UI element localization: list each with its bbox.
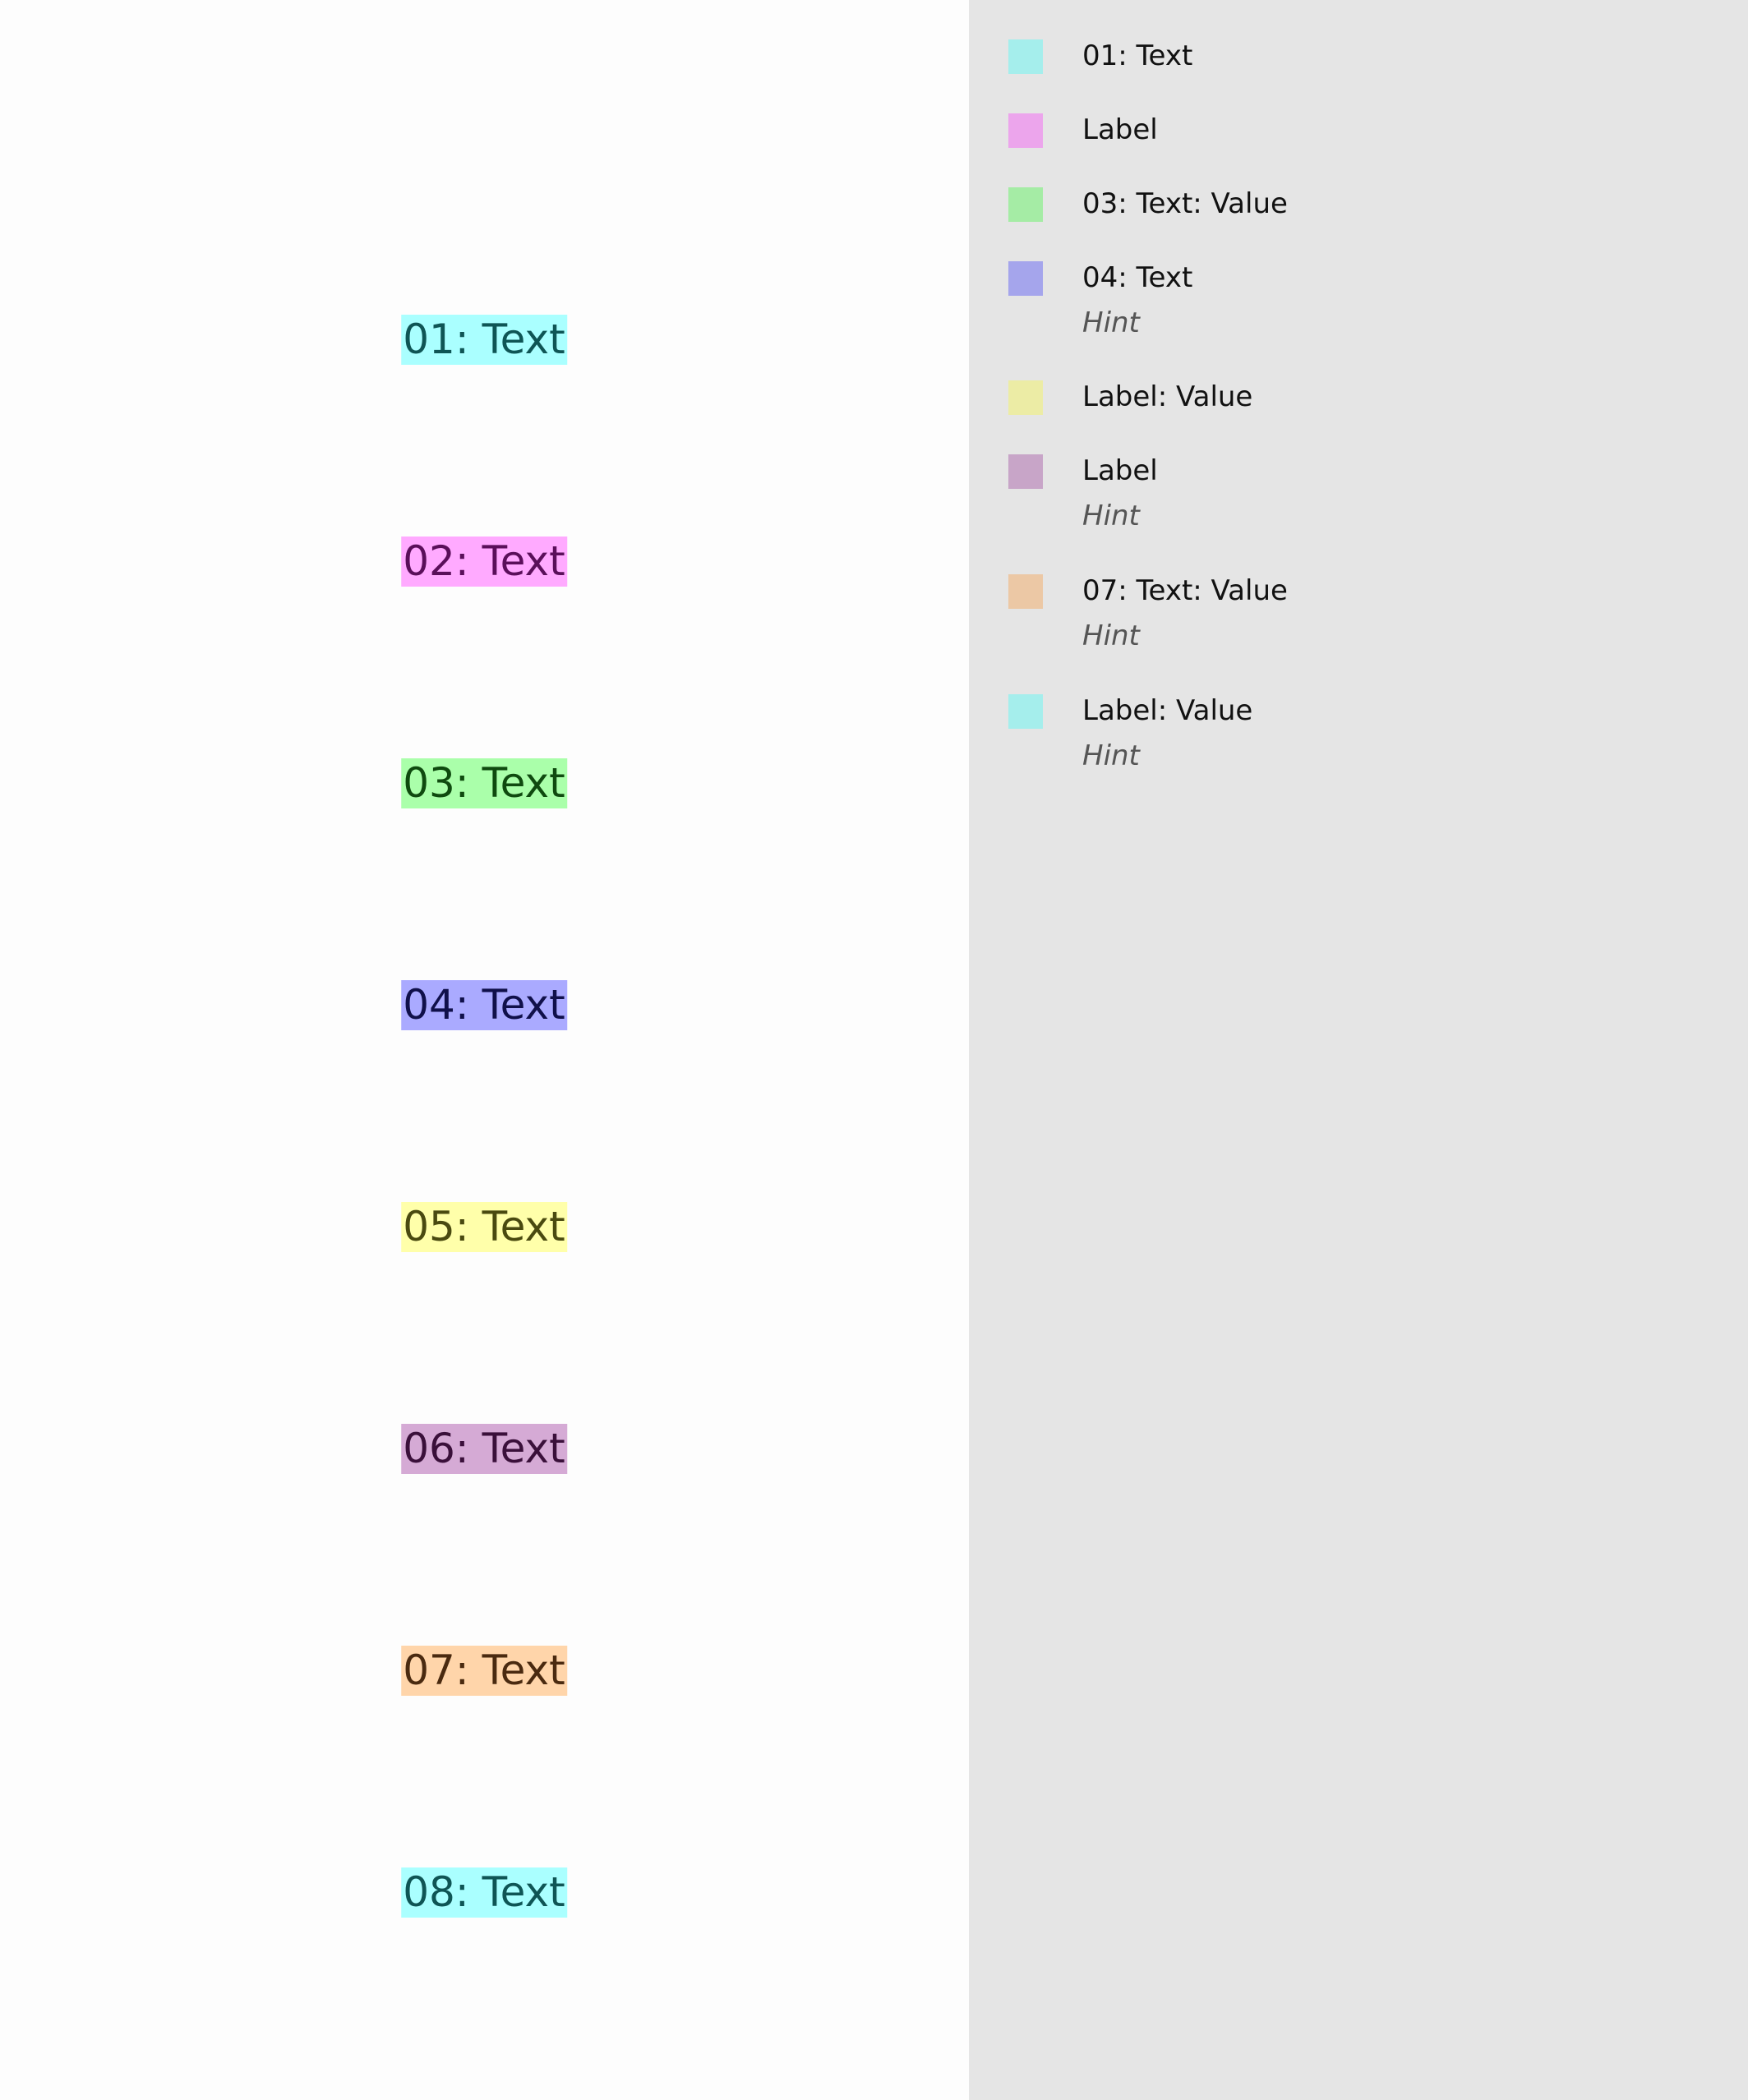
legend-panel: 01: Text Label 03: Text: Value 04: Text … (969, 0, 1748, 2100)
text-chip-02[interactable]: 02: Text (401, 537, 567, 587)
text-chip-03[interactable]: 03: Text (401, 758, 567, 808)
legend-hint: Hint (1082, 739, 1140, 772)
text-chip-01[interactable]: 01: Text (401, 315, 567, 365)
text-chip-06[interactable]: 06: Text (401, 1424, 567, 1474)
legend-text: Label (1082, 112, 1158, 148)
text-chip-07[interactable]: 07: Text (401, 1646, 567, 1696)
legend-text: 01: Text (1082, 38, 1192, 74)
legend-label: Label: Value (1082, 694, 1253, 727)
legend-label: Label: Value (1082, 380, 1253, 413)
legend-label: 04: Text (1082, 261, 1193, 294)
color-swatch (1008, 187, 1043, 222)
legend-label: 07: Text: Value (1082, 574, 1288, 607)
legend-label: 03: Text: Value (1082, 187, 1288, 220)
legend-text: 07: Text: Value Hint (1082, 573, 1288, 654)
text-chip-05[interactable]: 05: Text (401, 1202, 567, 1252)
legend-text: 03: Text: Value (1082, 186, 1288, 222)
annotation-canvas: 01: Text 02: Text 03: Text 04: Text 05: … (0, 0, 969, 2100)
color-swatch (1008, 261, 1043, 296)
legend-hint: Hint (1082, 306, 1140, 339)
text-chip-08[interactable]: 08: Text (401, 1867, 567, 1918)
color-swatch (1008, 694, 1043, 729)
app-window: 01: Text 02: Text 03: Text 04: Text 05: … (0, 0, 1748, 2100)
legend-hint: Hint (1082, 619, 1140, 652)
text-chip-04[interactable]: 04: Text (401, 980, 567, 1030)
color-swatch (1008, 574, 1043, 609)
color-swatch (1008, 113, 1043, 148)
legend-text: Label: Value (1082, 379, 1252, 415)
legend-label: Label (1082, 113, 1158, 146)
color-swatch (1008, 454, 1043, 489)
legend-hint: Hint (1082, 500, 1140, 532)
legend-text: Label Hint (1082, 453, 1158, 534)
legend-text: 04: Text Hint (1082, 260, 1192, 341)
legend-label: Label (1082, 454, 1158, 487)
legend-label: 01: Text (1082, 39, 1193, 72)
legend-text: Label: Value Hint (1082, 693, 1252, 774)
color-swatch (1008, 39, 1043, 74)
color-swatch (1008, 380, 1043, 415)
